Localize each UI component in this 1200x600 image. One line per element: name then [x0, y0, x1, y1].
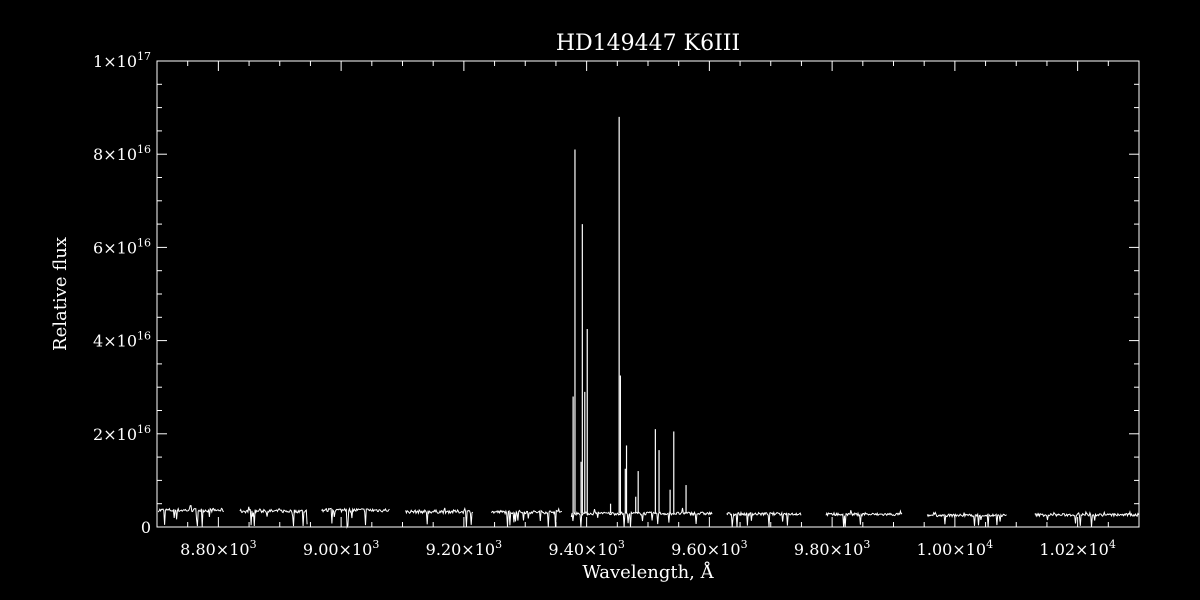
chart-title: HD149447 K6III — [556, 31, 740, 56]
y-tick-label: 8×1016 — [93, 143, 151, 164]
x-axis: 8.80×103 9.00×103 9.20×103 9.40×103 9.60×103… — [156, 61, 1140, 559]
x-axis-label: Wavelength, Å — [582, 561, 714, 583]
spectrum-segment — [726, 510, 802, 528]
x-tick-label: 1.00×104 — [917, 538, 993, 559]
spectrum-segment — [825, 509, 903, 528]
x-tick-label: 8.80×103 — [180, 538, 256, 559]
plot-frame — [156, 60, 1140, 528]
y-axis: 0 2×1016 4×1016 6×1016 8×1016 1×1017 — [93, 50, 1139, 537]
x-tick-label: 9.00×103 — [303, 538, 379, 559]
spectrum-segment — [926, 511, 1007, 528]
spectrum-segment — [157, 505, 224, 528]
spectrum-series — [157, 116, 1140, 529]
spectrum-segment — [239, 506, 308, 527]
x-tick-label: 9.60×103 — [671, 538, 747, 559]
spectrum-segment — [491, 507, 563, 528]
x-tick-label: 1.02×104 — [1039, 538, 1115, 559]
spectrum-chart: HD149447 K6III 0 2×1016 4×1016 6×1016 8×1016… — [50, 31, 1140, 583]
spectrum-segment — [321, 506, 390, 529]
y-axis-label: Relative flux — [50, 237, 71, 351]
spectrum-segment — [405, 507, 474, 528]
y-tick-label: 4×1016 — [93, 330, 151, 351]
spectrum-segment — [1034, 510, 1140, 528]
y-tick-label: 1×1017 — [93, 50, 151, 71]
spectrum-segment — [570, 507, 713, 528]
x-tick-label: 9.40×103 — [548, 538, 624, 559]
y-tick-label: 6×1016 — [93, 236, 151, 257]
x-tick-label: 9.20×103 — [426, 538, 502, 559]
y-tick-label: 0 — [141, 518, 151, 537]
y-tick-label: 2×1016 — [93, 423, 151, 444]
x-tick-label: 9.80×103 — [794, 538, 870, 559]
